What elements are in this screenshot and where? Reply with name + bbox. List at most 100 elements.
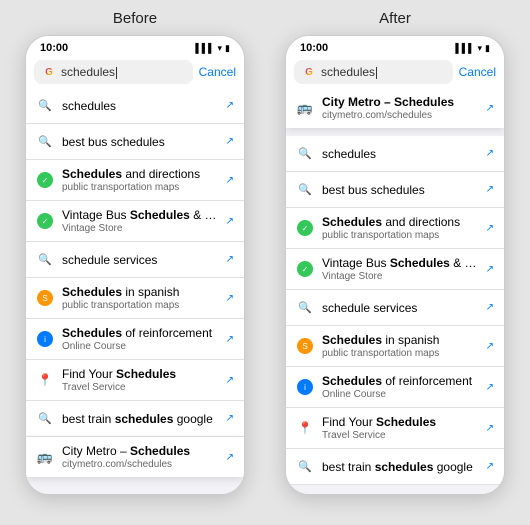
suggestion-content: Schedules and directions public transpor… — [62, 167, 218, 193]
after-search-text: schedules — [321, 65, 445, 79]
suggestion-content: schedule services — [322, 301, 478, 315]
suggestion-sub: Vintage Store — [62, 223, 218, 234]
arrow-icon: ↗ — [226, 175, 234, 186]
signal-icon: ▌▌▌ — [195, 43, 214, 53]
suggestion-sub: public transportation maps — [322, 348, 478, 359]
arrow-icon: ↗ — [486, 223, 494, 234]
suggestion-content: City Metro – Schedules citymetro.com/sch… — [62, 444, 218, 470]
suggestion-main: Schedules and directions — [62, 167, 218, 181]
suggestion-content: Schedules and directions public transpor… — [322, 215, 478, 241]
suggestion-sub: Vintage Store — [322, 271, 478, 282]
battery-icon: ▮ — [485, 43, 490, 54]
before-status-icons: ▌▌▌ ▾ ▮ — [195, 43, 230, 54]
search-icon: 🔍 — [36, 133, 54, 151]
orange-icon: S — [36, 289, 54, 307]
before-search-bar[interactable]: G schedules — [34, 60, 193, 84]
suggestion-main: schedules — [62, 99, 218, 113]
suggestion-main: best bus schedules — [62, 135, 218, 149]
arrow-icon: ↗ — [486, 184, 494, 195]
search-icon: 🔍 — [296, 145, 314, 163]
suggestion-content: Vintage Bus Schedules & Maps Vintage Sto… — [62, 208, 218, 234]
list-item[interactable]: ✓ Vintage Bus Schedules & Maps Vintage S… — [286, 249, 504, 290]
search-icon: 🔍 — [36, 251, 54, 269]
before-panel: Before 10:00 ▌▌▌ ▾ ▮ G schedules C — [5, 10, 265, 520]
arrow-icon: ↗ — [486, 103, 494, 114]
after-search-bar[interactable]: G schedules — [294, 60, 453, 84]
arrow-icon: ↗ — [226, 452, 234, 463]
suggestion-sub: Travel Service — [62, 382, 218, 393]
suggestion-main: schedule services — [322, 301, 478, 315]
comparison-container: Before 10:00 ▌▌▌ ▾ ▮ G schedules C — [0, 0, 530, 525]
after-suggestions-list: 🚌 City Metro – Schedules citymetro.com/s… — [286, 88, 504, 494]
green-icon: ✓ — [296, 260, 314, 278]
before-search-text: schedules — [61, 65, 185, 79]
suggestion-sub: public transportation maps — [62, 300, 218, 311]
suggestion-main: Schedules of reinforcement — [62, 326, 218, 340]
list-item[interactable]: 🔍 best bus schedules ↗ — [286, 172, 504, 208]
list-item[interactable]: 🔍 schedule services ↗ — [26, 242, 244, 278]
after-cancel-button[interactable]: Cancel — [459, 65, 496, 79]
arrow-icon: ↗ — [226, 136, 234, 147]
after-status-bar: 10:00 ▌▌▌ ▾ ▮ — [286, 36, 504, 56]
city-metro-item[interactable]: 🚌 City Metro – Schedules citymetro.com/s… — [26, 437, 244, 477]
list-item[interactable]: 🔍 schedule services ↗ — [286, 290, 504, 326]
suggestion-content: Find Your Schedules Travel Service — [322, 415, 478, 441]
suggestion-content: Schedules in spanish public transportati… — [322, 333, 478, 359]
search-icon: 🔍 — [296, 299, 314, 317]
suggestion-content: best bus schedules — [62, 135, 218, 149]
list-item[interactable]: 🔍 schedules ↗ — [26, 88, 244, 124]
suggestion-main: City Metro – Schedules — [62, 444, 218, 458]
before-cancel-button[interactable]: Cancel — [199, 65, 236, 79]
list-item[interactable]: 🔍 best bus schedules ↗ — [26, 124, 244, 160]
list-item[interactable]: S Schedules in spanish public transporta… — [26, 278, 244, 319]
list-item[interactable]: ✓ Vintage Bus Schedules & Maps Vintage S… — [26, 201, 244, 242]
list-item[interactable]: i Schedules of reinforcement Online Cour… — [286, 367, 504, 408]
list-item[interactable]: 🔍 schedules ↗ — [286, 136, 504, 172]
before-time: 10:00 — [40, 42, 68, 54]
suggestion-main: Schedules in spanish — [322, 333, 478, 347]
green-icon: ✓ — [296, 219, 314, 237]
suggestion-content: Schedules of reinforcement Online Course — [322, 374, 478, 400]
before-phone: 10:00 ▌▌▌ ▾ ▮ G schedules Cancel — [25, 35, 245, 495]
suggestion-content: best train schedules google — [62, 412, 218, 426]
list-item[interactable]: 🔍 best train schedules google ↗ — [26, 401, 244, 437]
after-label: After — [379, 10, 411, 27]
after-phone: 10:00 ▌▌▌ ▾ ▮ G schedules Cancel — [285, 35, 505, 495]
list-item[interactable]: ✓ Schedules and directions public transp… — [286, 208, 504, 249]
suggestion-main: Vintage Bus Schedules & Maps — [322, 256, 478, 270]
arrow-icon: ↗ — [486, 341, 494, 352]
suggestion-main: Schedules and directions — [322, 215, 478, 229]
arrow-icon: ↗ — [486, 302, 494, 313]
list-item[interactable]: S Schedules in spanish public transporta… — [286, 326, 504, 367]
orange-icon: S — [296, 337, 314, 355]
suggestion-content: best bus schedules — [322, 183, 478, 197]
google-logo: G — [302, 65, 316, 79]
suggestion-sub: citymetro.com/schedules — [322, 110, 478, 121]
arrow-icon: ↗ — [226, 216, 234, 227]
suggestion-main: Find Your Schedules — [322, 415, 478, 429]
suggestion-content: schedules — [322, 147, 478, 161]
pin-icon: 📍 — [296, 419, 314, 437]
list-item[interactable]: i Schedules of reinforcement Online Cour… — [26, 319, 244, 360]
bus-icon: 🚌 — [296, 99, 314, 117]
arrow-icon: ↗ — [226, 375, 234, 386]
list-item[interactable]: 🔍 best train schedules google ↗ — [286, 449, 504, 485]
blue-icon: i — [296, 378, 314, 396]
cursor — [376, 67, 377, 79]
suggestion-main: schedule services — [62, 253, 218, 267]
google-logo: G — [42, 65, 56, 79]
suggestion-main: best bus schedules — [322, 183, 478, 197]
after-search-bar-row: G schedules Cancel — [286, 56, 504, 88]
green-icon: ✓ — [36, 212, 54, 230]
battery-icon: ▮ — [225, 43, 230, 54]
after-panel: After 10:00 ▌▌▌ ▾ ▮ G schedules Ca — [265, 10, 525, 520]
list-item[interactable]: 📍 Find Your Schedules Travel Service ↗ — [286, 408, 504, 449]
suggestion-sub: Online Course — [62, 341, 218, 352]
arrow-icon: ↗ — [226, 334, 234, 345]
green-icon: ✓ — [36, 171, 54, 189]
bus-icon: 🚌 — [36, 448, 54, 466]
city-metro-item[interactable]: 🚌 City Metro – Schedules citymetro.com/s… — [286, 88, 504, 128]
list-item[interactable]: ✓ Schedules and directions public transp… — [26, 160, 244, 201]
list-item[interactable]: 📍 Find Your Schedules Travel Service ↗ — [26, 360, 244, 401]
after-status-icons: ▌▌▌ ▾ ▮ — [455, 43, 490, 54]
